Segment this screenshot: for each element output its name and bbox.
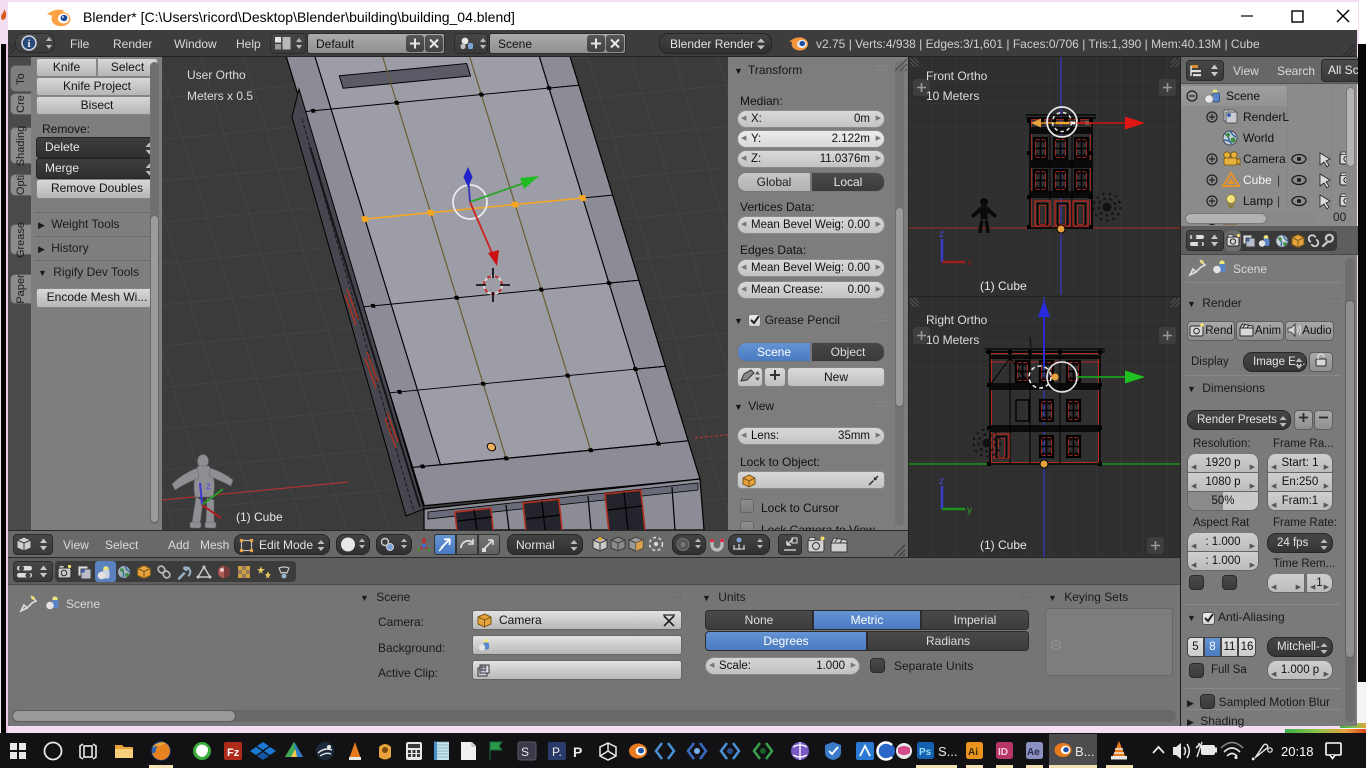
- svg-text:Ps: Ps: [919, 747, 932, 758]
- svg-text:P.: P.: [552, 745, 562, 759]
- svg-text:Meters x 0.5: Meters x 0.5: [187, 89, 253, 103]
- svg-text:Front Ortho: Front Ortho: [926, 69, 988, 83]
- svg-text:20:18: 20:18: [1281, 744, 1314, 759]
- svg-text:Fz: Fz: [227, 747, 240, 759]
- svg-text:Ae: Ae: [1027, 747, 1040, 758]
- svg-text:S...: S...: [938, 744, 958, 759]
- svg-text:10 Meters: 10 Meters: [926, 89, 979, 103]
- svg-text:x: x: [967, 258, 972, 269]
- svg-text:10 Meters: 10 Meters: [926, 333, 979, 347]
- svg-text:z: z: [206, 481, 211, 492]
- svg-text:User Ortho: User Ortho: [187, 68, 246, 82]
- svg-text:S: S: [521, 745, 529, 759]
- svg-text:z: z: [939, 476, 944, 487]
- svg-text:B...: B...: [1075, 744, 1095, 759]
- svg-text:ID: ID: [998, 747, 1008, 758]
- svg-text:Right Ortho: Right Ortho: [926, 313, 988, 327]
- svg-text:i: i: [27, 38, 30, 50]
- svg-text:(1) Cube: (1) Cube: [236, 510, 283, 524]
- svg-text:z: z: [939, 229, 944, 240]
- svg-text:(1) Cube: (1) Cube: [980, 279, 1027, 293]
- svg-text:y: y: [967, 505, 972, 516]
- svg-text:(1) Cube: (1) Cube: [980, 538, 1027, 552]
- svg-text:P: P: [573, 744, 582, 760]
- svg-text:Ai: Ai: [968, 747, 978, 758]
